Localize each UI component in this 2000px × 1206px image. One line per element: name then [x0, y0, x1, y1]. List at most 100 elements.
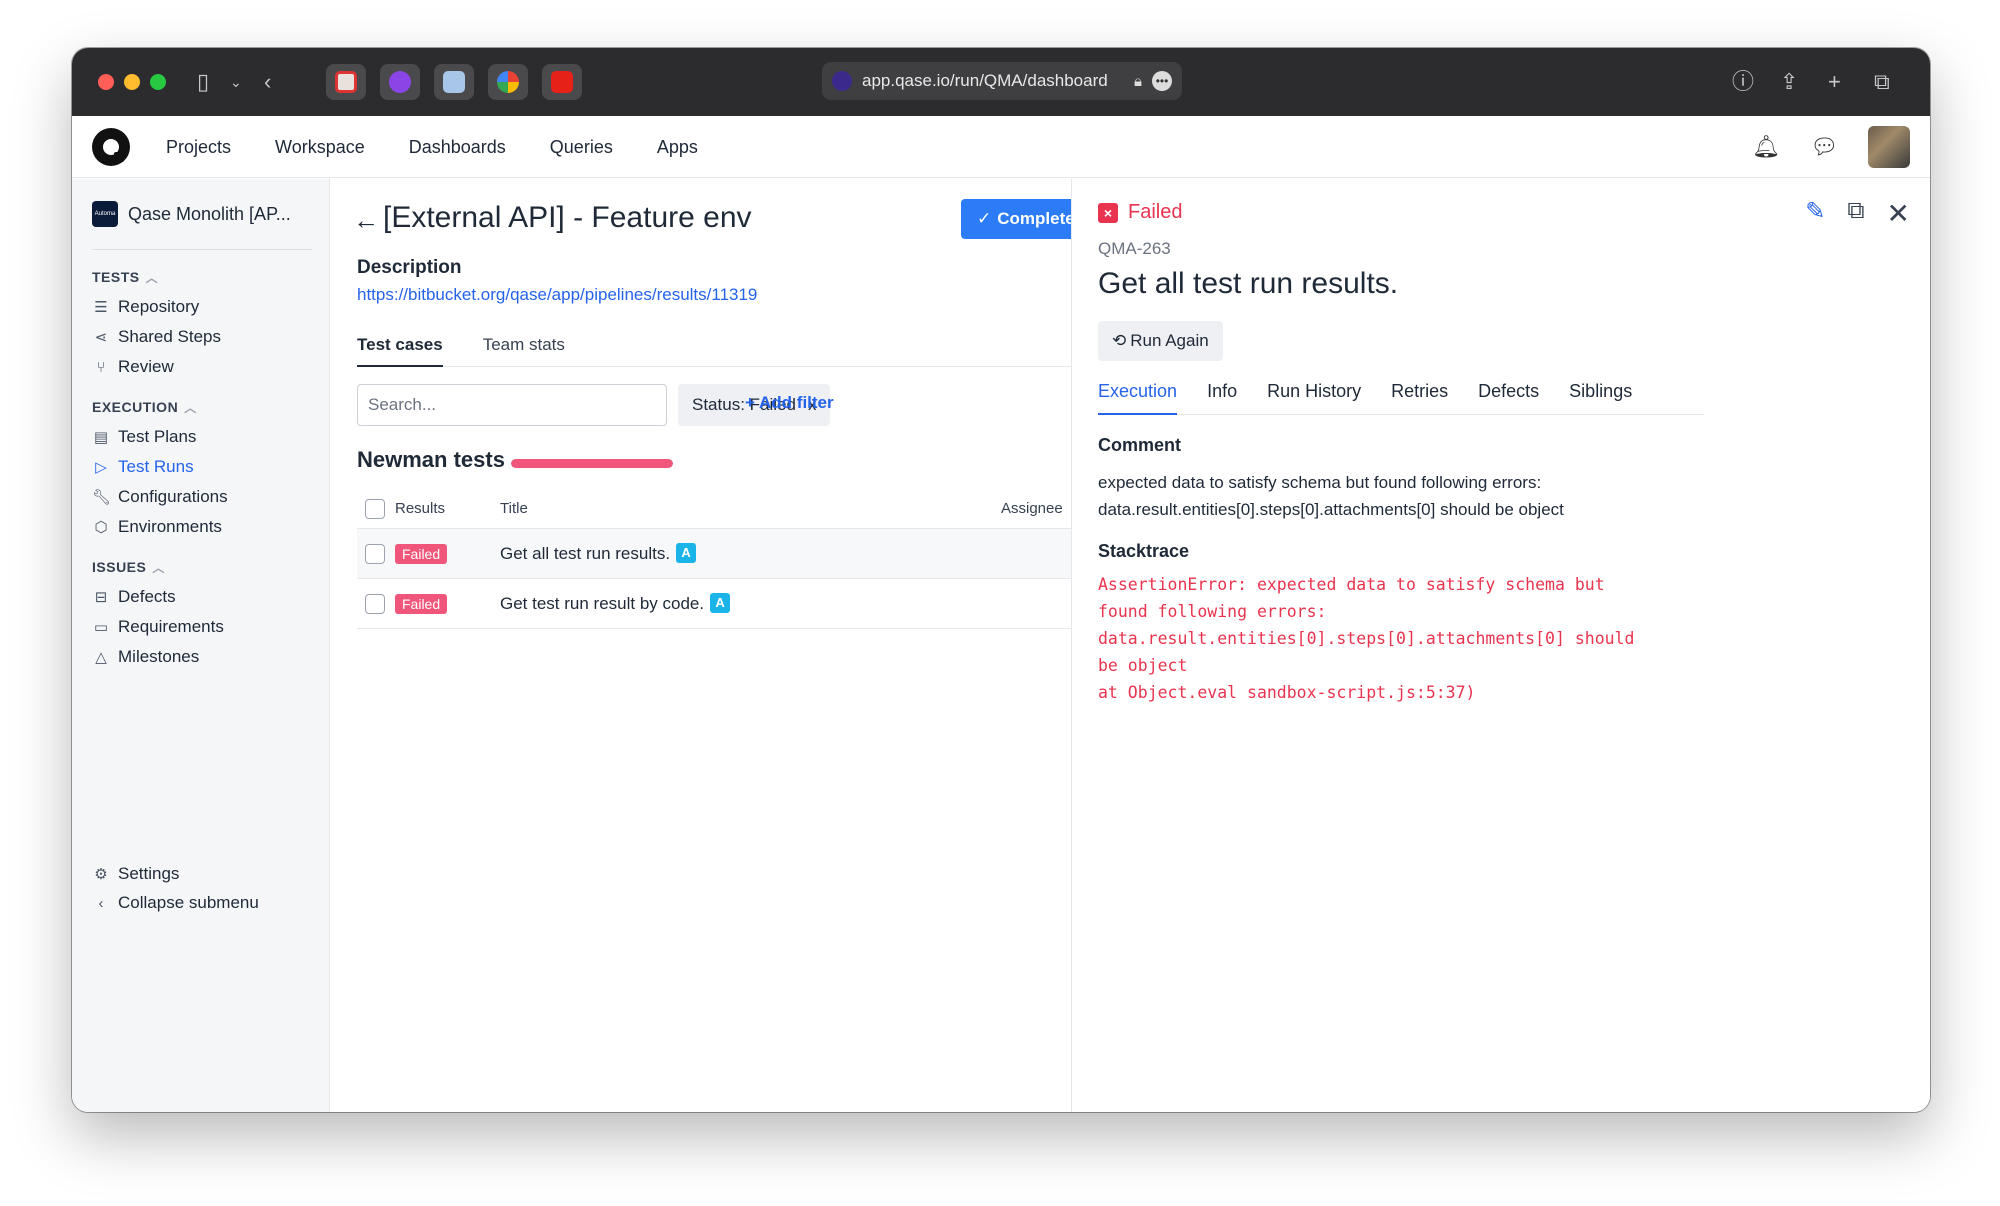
table-row[interactable]: Failed Get all test run results. A	[357, 529, 1071, 579]
top-nav-actions: 🔔︎ 💬︎	[1752, 126, 1910, 168]
section-issues[interactable]: ISSUES ︿	[92, 559, 165, 576]
tab-siblings[interactable]: Siblings	[1569, 373, 1632, 415]
chevron-down-icon[interactable]: ⌄	[230, 68, 242, 96]
share-icon[interactable]: ⇪	[1780, 68, 1798, 96]
more-icon[interactable]: •••	[1152, 71, 1172, 91]
sidebar-item-milestones[interactable]: △ Milestones	[92, 647, 199, 667]
sidebar-item-test-runs[interactable]: ▷ Test Runs	[92, 457, 193, 477]
project-switcher[interactable]: Automa Qase Monolith [AP...	[92, 201, 312, 227]
case-title: Get all test run results.	[1098, 267, 1399, 300]
google-icon[interactable]	[488, 64, 528, 100]
bell-icon[interactable]: 🔔︎	[1752, 134, 1780, 160]
window-controls	[98, 74, 166, 90]
section-tests-label: TESTS	[92, 269, 140, 285]
sidebar-item-settings[interactable]: ⚙︎ Settings	[92, 864, 179, 884]
info-icon[interactable]: ⓘ	[1732, 68, 1754, 96]
failed-icon: ×	[1098, 202, 1118, 223]
top-nav-menu: Projects Workspace Dashboards Queries Ap…	[166, 116, 698, 178]
share-nodes-icon: ⋖	[94, 329, 108, 346]
app-top-nav: Projects Workspace Dashboards Queries Ap…	[72, 116, 1930, 178]
clipboard-icon: ▤	[93, 429, 109, 446]
stacktrace-label: Stacktrace	[1098, 541, 1190, 561]
result-status-label: Failed	[1128, 201, 1183, 223]
chevron-up-icon: ︿	[152, 561, 165, 575]
row-title-text: Get all test run results.	[500, 544, 671, 563]
url-text: app.qase.io/run/QMA/dashboard	[862, 71, 1108, 90]
tab-execution[interactable]: Execution	[1098, 373, 1178, 415]
edit-icon[interactable]: ✎	[1805, 197, 1825, 230]
browser-toolbar: ▯ ⌄ ‹ app.qase.io/run/QMA/dashboard 🔒︎ •…	[72, 48, 1930, 116]
sidebar-item-review[interactable]: ⑂ Review	[92, 357, 173, 377]
divider	[92, 249, 312, 250]
sidebar-item-test-plans[interactable]: ▤ Test Plans	[92, 427, 197, 447]
check-icon: ✓	[977, 209, 992, 228]
sidebar: Automa Qase Monolith [AP... TESTS ︿ ☰ Rep…	[72, 179, 330, 1112]
run-again-button[interactable]: ⟲ Run Again	[1098, 321, 1223, 361]
tab-info[interactable]: Info	[1207, 373, 1237, 415]
row-title[interactable]: Get all test run results. A	[500, 543, 697, 564]
sidebar-item-requirements[interactable]: ▭ Requirements	[92, 617, 224, 637]
column-assignee: Assignee	[1001, 500, 1063, 517]
document-icon: ▭	[93, 619, 109, 636]
row-title[interactable]: Get test run result by code. A	[500, 593, 731, 614]
sidebar-item-repository[interactable]: ☰ Repository	[92, 297, 199, 317]
tab-team-stats[interactable]: Team stats	[483, 325, 565, 367]
red-bookmark-icon[interactable]	[326, 64, 366, 100]
sidebar-item-shared-steps[interactable]: ⋖ Shared Steps	[92, 327, 221, 347]
status-badge: Failed	[395, 593, 448, 614]
back-icon[interactable]: ‹	[264, 68, 271, 96]
tabs-overview-icon[interactable]: ⧉	[1874, 68, 1890, 96]
tab-defects[interactable]: Defects	[1478, 373, 1539, 415]
close-icon[interactable]: ✕	[1887, 197, 1910, 230]
table-row[interactable]: Failed Get test run result by code. A	[357, 579, 1071, 629]
nav-dashboards[interactable]: Dashboards	[409, 137, 506, 158]
url-bar[interactable]: app.qase.io/run/QMA/dashboard 🔒︎ •••	[822, 62, 1182, 100]
section-tests[interactable]: TESTS ︿	[92, 269, 158, 286]
close-window-button[interactable]	[98, 74, 114, 90]
select-all-checkbox[interactable]	[365, 498, 385, 519]
new-tab-icon[interactable]: +	[1828, 68, 1841, 96]
section-issues-label: ISSUES	[92, 559, 147, 575]
section-execution-label: EXECUTION	[92, 399, 179, 415]
youtube-icon[interactable]	[542, 64, 582, 100]
automated-badge: A	[676, 543, 697, 563]
suite-title[interactable]: Newman tests ⌄	[357, 447, 524, 473]
purple-bookmark-icon[interactable]	[380, 64, 420, 100]
nav-apps[interactable]: Apps	[657, 137, 698, 158]
row-checkbox[interactable]	[365, 593, 385, 614]
nav-projects[interactable]: Projects	[166, 137, 231, 158]
zoom-window-button[interactable]	[150, 74, 166, 90]
section-execution[interactable]: EXECUTION ︿	[92, 399, 197, 416]
sidebar-item-label: Test Plans	[118, 427, 197, 446]
stacktrace-text: AssertionError: expected data to satisfy…	[1098, 575, 1635, 702]
avatar[interactable]	[1868, 126, 1910, 168]
qase-logo[interactable]	[92, 128, 130, 166]
sidebar-item-environments[interactable]: ⬡ Environments	[92, 517, 222, 537]
back-arrow-icon[interactable]: ←	[353, 205, 379, 236]
nav-workspace[interactable]: Workspace	[275, 137, 365, 158]
description-link[interactable]: https://bitbucket.org/qase/app/pipelines…	[357, 285, 757, 305]
sidebar-item-defects[interactable]: ⊟ Defects	[92, 587, 176, 607]
search-input[interactable]	[357, 384, 667, 426]
blue-bookmark-icon[interactable]	[434, 64, 474, 100]
collapse-submenu-button[interactable]: ‹ Collapse submenu	[92, 893, 259, 913]
browser-window: ▯ ⌄ ‹ app.qase.io/run/QMA/dashboard 🔒︎ •…	[72, 48, 1930, 1112]
sidebar-item-label: Shared Steps	[118, 327, 222, 346]
panel-tabs: Execution Info Run History Retries Defec…	[1098, 373, 1704, 415]
tab-retries[interactable]: Retries	[1391, 373, 1448, 415]
main-content: ← [External API] - Feature env ✓ Complet…	[331, 179, 1091, 1112]
sidebar-toggle-icon[interactable]: ▯	[197, 68, 209, 96]
row-checkbox[interactable]	[365, 543, 385, 564]
tab-test-cases[interactable]: Test cases	[357, 325, 443, 367]
play-icon: ▷	[95, 459, 107, 476]
nav-queries[interactable]: Queries	[550, 137, 613, 158]
chat-icon[interactable]: 💬︎	[1810, 134, 1838, 160]
add-filter-button[interactable]: + Add filter	[745, 393, 834, 413]
tab-run-history[interactable]: Run History	[1267, 373, 1361, 415]
sidebar-item-configurations[interactable]: 🔧︎ Configurations	[92, 487, 228, 507]
comment-text: expected data to satisfy schema but foun…	[1098, 473, 1564, 519]
minimize-window-button[interactable]	[124, 74, 140, 90]
expand-icon[interactable]: ⧉	[1847, 197, 1864, 230]
column-title: Title	[500, 500, 528, 517]
column-results: Results	[395, 500, 446, 517]
